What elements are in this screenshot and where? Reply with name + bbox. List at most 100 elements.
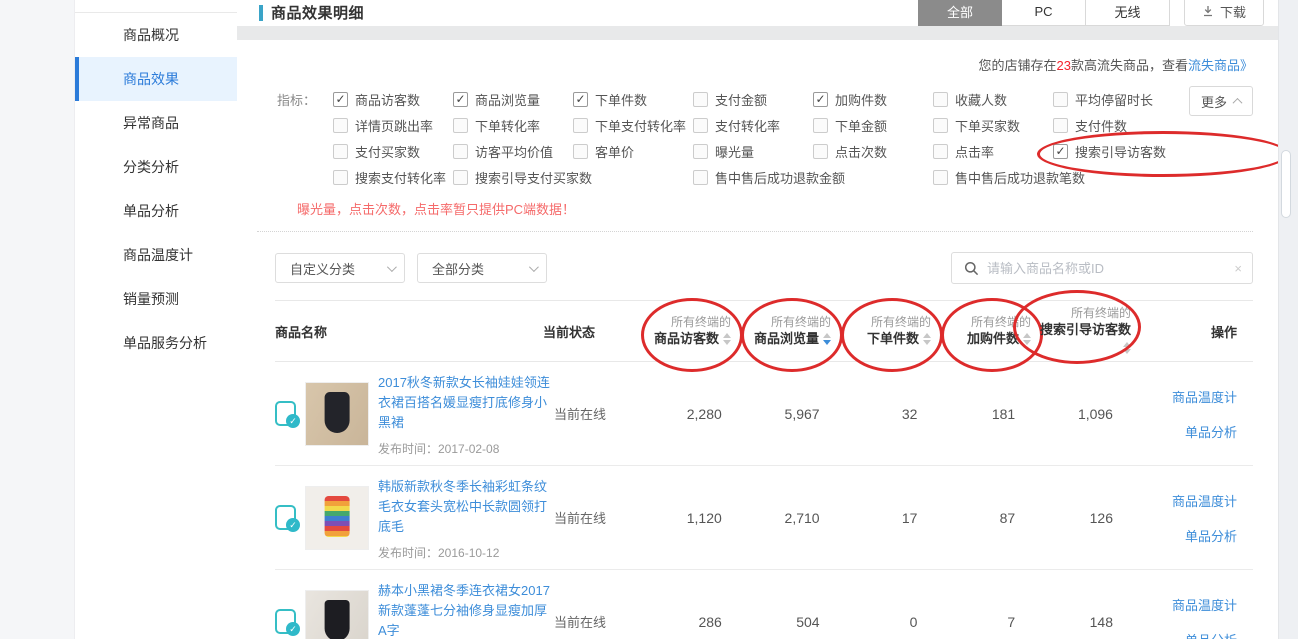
sort-icon[interactable] bbox=[1123, 342, 1131, 354]
chevron-down-icon bbox=[529, 262, 539, 272]
header-visitors[interactable]: 所有终端的商品访客数 bbox=[635, 314, 735, 348]
search-input[interactable] bbox=[987, 261, 1226, 276]
metric-label: 商品浏览量 bbox=[475, 90, 540, 109]
search-visitors-value: 126 bbox=[1037, 510, 1135, 526]
custom-category-dropdown[interactable]: 自定义分类 bbox=[275, 253, 405, 283]
sidebar-item-product-effect[interactable]: 商品效果 bbox=[75, 57, 237, 101]
metric-checkbox-refund-amount[interactable]: ✓售中售后成功退款金额 bbox=[693, 168, 933, 187]
sort-icon[interactable] bbox=[723, 333, 731, 345]
terminal-segmented-control: 全部 PC 无线 bbox=[918, 0, 1170, 26]
table-row: ✓ 韩版新款秋冬季长袖彩虹条纹毛衣女套头宽松中长款圆领打底毛 发布时间：2016… bbox=[275, 466, 1253, 570]
more-button[interactable]: 更多 bbox=[1189, 86, 1253, 116]
sidebar-item-label: 异常商品 bbox=[123, 113, 179, 133]
thermometer-link[interactable]: 商品温度计 bbox=[1172, 595, 1237, 614]
segment-pc-button[interactable]: PC bbox=[1002, 0, 1086, 26]
product-title-link[interactable]: 2017秋冬新款女长袖娃娃领连衣裙百搭名媛显瘦打底修身小黑裙 bbox=[378, 373, 554, 433]
thermometer-link[interactable]: 商品温度计 bbox=[1172, 387, 1237, 406]
download-button[interactable]: 下载 bbox=[1184, 0, 1264, 26]
metric-label: 支付金额 bbox=[715, 90, 767, 109]
sort-icon[interactable] bbox=[1023, 333, 1031, 345]
product-title-link[interactable]: 韩版新款秋冬季长袖彩虹条纹毛衣女套头宽松中长款圆领打底毛 bbox=[378, 477, 554, 537]
segment-wireless-button[interactable]: 无线 bbox=[1086, 0, 1170, 26]
metrics-selector: 指标： ✓商品访客数 ✓商品浏览量 ✓下单件数 ✓支付金额 ✓加购件数 ✓收藏人… bbox=[257, 86, 1253, 218]
chevron-down-icon bbox=[387, 262, 397, 272]
header-metric-label: 下单件数 bbox=[867, 330, 919, 348]
sidebar-item-single-product-analysis[interactable]: 单品分析 bbox=[75, 189, 237, 233]
app-root: 商品概况 商品效果 异常商品 分类分析 单品分析 商品温度计 销量预测 单品服务… bbox=[0, 0, 1298, 639]
dress-silhouette bbox=[325, 392, 350, 433]
product-image[interactable] bbox=[305, 590, 369, 639]
metric-checkbox-search-pay-buyers[interactable]: ✓搜索引导支付买家数 bbox=[453, 168, 693, 187]
checkbox-icon: ✓ bbox=[693, 170, 708, 185]
thermometer-link[interactable]: 商品温度计 bbox=[1172, 491, 1237, 510]
metric-checkbox-pay-amount[interactable]: ✓支付金额 bbox=[693, 90, 813, 109]
cart-items-value: 7 bbox=[939, 614, 1037, 630]
notice-prefix: 您的店铺存在 bbox=[978, 58, 1056, 73]
main-area: 商品效果明细 全部 PC 无线 下载 您的店铺存在23款 bbox=[237, 0, 1278, 639]
metric-checkbox-impressions[interactable]: ✓曝光量 bbox=[693, 142, 813, 161]
header-prefix: 所有终端的 bbox=[654, 314, 731, 330]
all-category-dropdown[interactable]: 全部分类 bbox=[417, 253, 547, 283]
sidebar-item-abnormal-products[interactable]: 异常商品 bbox=[75, 101, 237, 145]
filter-bar: 自定义分类 全部分类 × bbox=[275, 252, 1253, 284]
content-panel: 您的店铺存在23款高流失商品，查看流失商品》 指标： ✓商品访客数 ✓商品浏览量… bbox=[237, 40, 1278, 639]
header-product-name: 商品名称 bbox=[275, 322, 543, 341]
metric-label: 点击次数 bbox=[835, 142, 887, 161]
product-search-box: × bbox=[951, 252, 1253, 284]
checkbox-checked-icon: ✓ bbox=[573, 92, 588, 107]
metric-checkbox-order-items[interactable]: ✓下单件数 bbox=[573, 90, 693, 109]
metric-checkbox-avg-ticket[interactable]: ✓客单价 bbox=[573, 142, 693, 161]
analysis-link[interactable]: 单品分析 bbox=[1185, 422, 1237, 441]
checkbox-icon: ✓ bbox=[453, 170, 468, 185]
sidebar-item-product-thermometer[interactable]: 商品温度计 bbox=[75, 233, 237, 277]
metric-checkbox-favorites[interactable]: ✓收藏人数 bbox=[933, 90, 1053, 109]
metric-checkbox-order-buyers[interactable]: ✓下单买家数 bbox=[933, 116, 1053, 135]
product-image[interactable] bbox=[305, 486, 369, 550]
metric-checkbox-visitors[interactable]: ✓商品访客数 bbox=[333, 90, 453, 109]
metric-label: 点击率 bbox=[955, 142, 994, 161]
header-prefix: 所有终端的 bbox=[867, 314, 931, 330]
metric-checkbox-order-cvr[interactable]: ✓下单转化率 bbox=[453, 116, 573, 135]
metric-checkbox-views[interactable]: ✓ 商品浏览量 bbox=[453, 90, 573, 109]
header-order-items[interactable]: 所有终端的下单件数 bbox=[835, 314, 935, 348]
header-search-visitors[interactable]: 所有终端的搜索引导访客数 bbox=[1035, 305, 1135, 357]
analysis-link[interactable]: 单品分析 bbox=[1185, 630, 1237, 639]
sidebar-item-product-overview[interactable]: 商品概况 bbox=[75, 13, 237, 57]
metrics-grid: ✓商品访客数 ✓商品浏览量 ✓下单件数 ✓支付金额 ✓加购件数 ✓收藏人数 ✓平… bbox=[333, 86, 1253, 190]
sidebar-item-single-product-service[interactable]: 单品服务分析 bbox=[75, 321, 237, 365]
metric-checkbox-search-pay-cvr[interactable]: ✓搜索支付转化率 bbox=[333, 168, 453, 187]
product-image[interactable] bbox=[305, 382, 369, 446]
checkbox-icon: ✓ bbox=[813, 144, 828, 159]
metric-checkbox-ctr[interactable]: ✓点击率 bbox=[933, 142, 1053, 161]
sort-icon-active[interactable] bbox=[823, 333, 831, 345]
sort-icon[interactable] bbox=[923, 333, 931, 345]
checkbox-icon: ✓ bbox=[333, 118, 348, 133]
metric-checkbox-pay-items[interactable]: ✓支付件数 bbox=[1053, 116, 1253, 135]
analysis-link[interactable]: 单品分析 bbox=[1185, 526, 1237, 545]
checkbox-checked-icon: ✓ bbox=[453, 92, 468, 107]
header-cart-items[interactable]: 所有终端的加购件数 bbox=[935, 314, 1035, 348]
metric-checkbox-refund-count[interactable]: ✓售中售后成功退款笔数 bbox=[933, 168, 1253, 187]
title-accent-bar bbox=[259, 5, 263, 21]
sidebar-item-sales-forecast[interactable]: 销量预测 bbox=[75, 277, 237, 321]
product-title-link[interactable]: 赫本小黑裙冬季连衣裙女2017新款蓬蓬七分袖修身显瘦加厚A字 bbox=[378, 581, 554, 639]
metric-checkbox-cart-items[interactable]: ✓加购件数 bbox=[813, 90, 933, 109]
publish-date: 发布时间：2017-02-08 bbox=[378, 440, 554, 457]
checkbox-checked-icon: ✓ bbox=[1053, 144, 1068, 159]
segment-all-button[interactable]: 全部 bbox=[918, 0, 1002, 26]
clear-search-icon[interactable]: × bbox=[1234, 261, 1242, 276]
metric-checkbox-visitor-value[interactable]: ✓访客平均价值 bbox=[453, 142, 573, 161]
metric-checkbox-bounce-rate[interactable]: ✓详情页跳出率 bbox=[333, 116, 453, 135]
churn-products-link[interactable]: 流失商品》 bbox=[1188, 58, 1253, 73]
metric-checkbox-pay-buyers[interactable]: ✓支付买家数 bbox=[333, 142, 453, 161]
header-metric-label: 商品访客数 bbox=[654, 330, 719, 348]
check-badge-icon: ✓ bbox=[286, 414, 300, 428]
header-views[interactable]: 所有终端的商品浏览量 bbox=[735, 314, 835, 348]
metric-checkbox-search-visitors[interactable]: ✓搜索引导访客数 bbox=[1053, 142, 1253, 161]
sidebar-item-category-analysis[interactable]: 分类分析 bbox=[75, 145, 237, 189]
metric-checkbox-order-amount[interactable]: ✓下单金额 bbox=[813, 116, 933, 135]
metric-checkbox-pay-cvr[interactable]: ✓支付转化率 bbox=[693, 116, 813, 135]
metric-checkbox-order-pay-cvr[interactable]: ✓下单支付转化率 bbox=[573, 116, 693, 135]
metric-checkbox-clicks[interactable]: ✓ 点击次数 bbox=[813, 142, 933, 161]
scrollbar-thumb[interactable] bbox=[1281, 150, 1291, 218]
